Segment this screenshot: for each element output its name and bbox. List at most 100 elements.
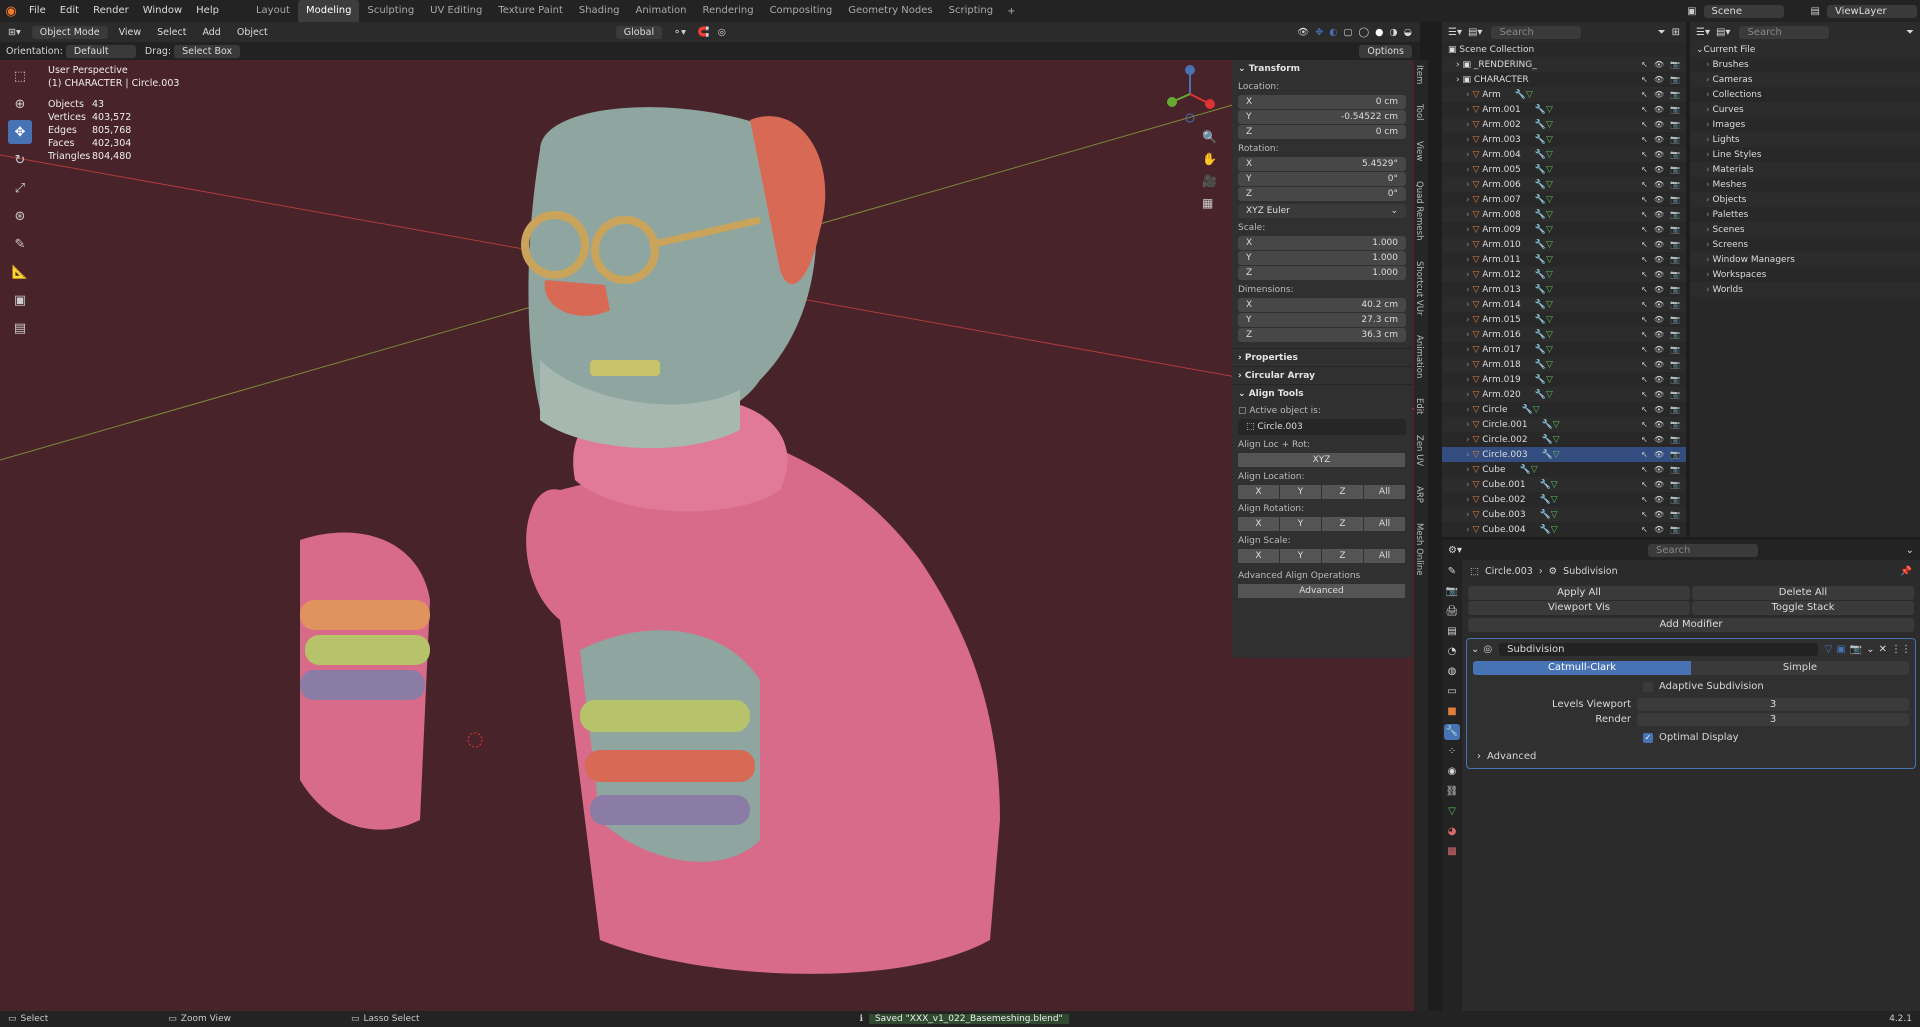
dimensions-x-field[interactable]: X 40.2 cm xyxy=(1238,298,1406,312)
blendfile-row-cameras[interactable]: › Cameras xyxy=(1690,72,1920,87)
blendfile-row-workspaces[interactable]: › Workspaces xyxy=(1690,267,1920,282)
sidebar-tab-shortcut-vur[interactable]: Shortcut VUr xyxy=(1414,256,1424,320)
wireframe-shading-icon[interactable]: ◯ xyxy=(1358,27,1369,38)
outliner-row-object[interactable]: › ▽ Arm.020 🔧▽ ↖ 👁 📷 xyxy=(1442,387,1686,402)
properties-search-input[interactable]: Search xyxy=(1647,543,1758,557)
select-arrow-icon[interactable]: ↖ xyxy=(1641,120,1648,129)
camera-icon[interactable]: 📷 xyxy=(1670,240,1680,249)
select-arrow-icon[interactable]: ↖ xyxy=(1641,420,1648,429)
camera-icon[interactable]: 📷 xyxy=(1670,480,1680,489)
constraints-tab-icon[interactable]: ⛓ xyxy=(1444,784,1460,800)
workspace-tab-scripting[interactable]: Scripting xyxy=(941,0,1001,22)
render-levels-field[interactable]: 3 xyxy=(1637,713,1909,726)
outliner-row-object[interactable]: › ▽ Arm.016 🔧▽ ↖ 👁 📷 xyxy=(1442,327,1686,342)
dropdown-icon[interactable]: ⌄ xyxy=(1866,644,1874,655)
eye-icon[interactable]: 👁 xyxy=(1654,375,1664,384)
select-arrow-icon[interactable]: ↖ xyxy=(1641,345,1648,354)
options-button[interactable]: Options xyxy=(1359,44,1412,58)
menu-render[interactable]: Render xyxy=(86,0,136,22)
blendfile-row-curves[interactable]: › Curves xyxy=(1690,102,1920,117)
select-arrow-icon[interactable]: ↖ xyxy=(1641,285,1648,294)
align-locrot-xyz-button[interactable]: XYZ xyxy=(1238,453,1405,467)
align-location-y-button[interactable]: Y xyxy=(1280,485,1321,499)
select-arrow-icon[interactable]: ↖ xyxy=(1641,195,1648,204)
rendered-shading-icon[interactable]: ◒ xyxy=(1404,27,1412,38)
outliner-row-object[interactable]: › ▽ Arm.014 🔧▽ ↖ 👁 📷 xyxy=(1442,297,1686,312)
outliner-row-object[interactable]: › ▽ Circle.001 🔧▽ ↖ 👁 📷 xyxy=(1442,417,1686,432)
blendfile-row-screens[interactable]: › Screens xyxy=(1690,237,1920,252)
drag-handle-icon[interactable]: ⋮⋮ xyxy=(1891,644,1911,655)
blendfile-row-meshes[interactable]: › Meshes xyxy=(1690,177,1920,192)
blendfile-row-line-styles[interactable]: › Line Styles xyxy=(1690,147,1920,162)
sidebar-tab-edit[interactable]: Edit xyxy=(1414,393,1424,419)
transform-tool-icon[interactable]: ⊛ xyxy=(8,204,32,228)
select-arrow-icon[interactable]: ↖ xyxy=(1641,270,1648,279)
eye-icon[interactable]: 👁 xyxy=(1654,180,1664,189)
viewport-toggle-icon[interactable]: ▣ xyxy=(1836,644,1845,655)
camera-icon[interactable]: 📷 xyxy=(1670,165,1680,174)
pivot-icon[interactable]: ⚬▾ xyxy=(673,27,686,38)
camera-icon[interactable]: 📷 xyxy=(1670,300,1680,309)
sidebar-tab-animation[interactable]: Animation xyxy=(1414,330,1424,383)
outliner-row-object[interactable]: › ▽ Arm 🔧▽ ↖ 👁 📷 xyxy=(1442,87,1686,102)
select-arrow-icon[interactable]: ↖ xyxy=(1641,495,1648,504)
camera-view-icon[interactable]: 🎥 xyxy=(1202,174,1217,188)
eye-icon[interactable]: 👁 xyxy=(1654,450,1664,459)
align-location-z-button[interactable]: Z xyxy=(1322,485,1363,499)
rotation-x-field[interactable]: X 5.4529° xyxy=(1238,157,1406,171)
eye-icon[interactable]: 👁 xyxy=(1654,315,1664,324)
transform-panel-header[interactable]: ⌄ Transform xyxy=(1232,60,1412,78)
select-arrow-icon[interactable]: ↖ xyxy=(1641,240,1648,249)
select-arrow-icon[interactable]: ↖ xyxy=(1641,405,1648,414)
delete-all-button[interactable]: Delete All xyxy=(1692,586,1914,600)
scale-x-field[interactable]: X 1.000 xyxy=(1238,236,1406,250)
camera-icon[interactable]: 📷 xyxy=(1670,225,1680,234)
outliner-row-object[interactable]: › ▽ Arm.003 🔧▽ ↖ 👁 📷 xyxy=(1442,132,1686,147)
camera-icon[interactable]: 📷 xyxy=(1670,435,1680,444)
modifier-tab-icon[interactable]: 🔧 xyxy=(1444,724,1460,740)
select-arrow-icon[interactable]: ↖ xyxy=(1641,75,1648,84)
select-arrow-icon[interactable]: ↖ xyxy=(1641,510,1648,519)
advanced-subpanel[interactable]: › Advanced xyxy=(1477,751,1915,762)
workspace-tab-animation[interactable]: Animation xyxy=(628,0,695,22)
align-location-x-button[interactable]: X xyxy=(1238,485,1279,499)
scene-selector[interactable]: Scene xyxy=(1703,4,1784,18)
blendfile-row-palettes[interactable]: › Palettes xyxy=(1690,207,1920,222)
blendfile-row-materials[interactable]: › Materials xyxy=(1690,162,1920,177)
eye-icon[interactable]: 👁 xyxy=(1654,300,1664,309)
camera-icon[interactable]: 📷 xyxy=(1670,285,1680,294)
editor-type-icon[interactable]: ☰▾ xyxy=(1696,27,1710,38)
render-toggle-icon[interactable]: 📷 xyxy=(1850,644,1862,655)
render-tab-icon[interactable]: 📷 xyxy=(1444,584,1460,600)
apply-all-button[interactable]: Apply All xyxy=(1468,586,1690,600)
eye-icon[interactable]: 👁 xyxy=(1654,90,1664,99)
texture-tab-icon[interactable]: ▩ xyxy=(1444,844,1460,860)
outliner-row-object[interactable]: › ▽ Circle.003 🔧▽ ↖ 👁 📷 xyxy=(1442,447,1686,462)
options-icon[interactable]: ⌄ xyxy=(1906,545,1914,556)
select-arrow-icon[interactable]: ↖ xyxy=(1641,225,1648,234)
outliner-row-object[interactable]: › ▽ Arm.001 🔧▽ ↖ 👁 📷 xyxy=(1442,102,1686,117)
transform-orientation-selector[interactable]: Global xyxy=(615,25,663,39)
sidebar-tab-arp[interactable]: ARP xyxy=(1414,481,1424,508)
align-rotation-all-button[interactable]: All xyxy=(1364,517,1405,531)
select-arrow-icon[interactable]: ↖ xyxy=(1641,330,1648,339)
material-shading-icon[interactable]: ◑ xyxy=(1389,27,1397,38)
circular-array-panel-header[interactable]: › Circular Array xyxy=(1232,366,1412,384)
adaptive-checkbox[interactable] xyxy=(1643,681,1653,692)
editmode-toggle-icon[interactable]: ▽ xyxy=(1825,644,1833,655)
outliner-row-object[interactable]: › ▽ Arm.018 🔧▽ ↖ 👁 📷 xyxy=(1442,357,1686,372)
outliner-row-object[interactable]: › ▽ Arm.019 🔧▽ ↖ 👁 📷 xyxy=(1442,372,1686,387)
sidebar-tab-mesh-online[interactable]: Mesh Online xyxy=(1414,518,1424,581)
navigation-gizmo[interactable] xyxy=(1160,64,1220,124)
workspace-tab-uv-editing[interactable]: UV Editing xyxy=(422,0,490,22)
camera-icon[interactable]: 📷 xyxy=(1670,150,1680,159)
camera-icon[interactable]: 📷 xyxy=(1670,255,1680,264)
camera-icon[interactable]: 📷 xyxy=(1670,210,1680,219)
filter-icon[interactable]: ⏷ xyxy=(1906,27,1914,38)
workspace-tab-modeling[interactable]: Modeling xyxy=(297,0,360,22)
align-scale-y-button[interactable]: Y xyxy=(1280,549,1321,563)
xray-icon[interactable]: ▢ xyxy=(1343,27,1352,38)
modifier-name-field[interactable]: Subdivision xyxy=(1499,642,1818,656)
collection-tab-icon[interactable]: ▭ xyxy=(1444,684,1460,700)
outliner-row-object[interactable]: › ▽ Arm.008 🔧▽ ↖ 👁 📷 xyxy=(1442,207,1686,222)
